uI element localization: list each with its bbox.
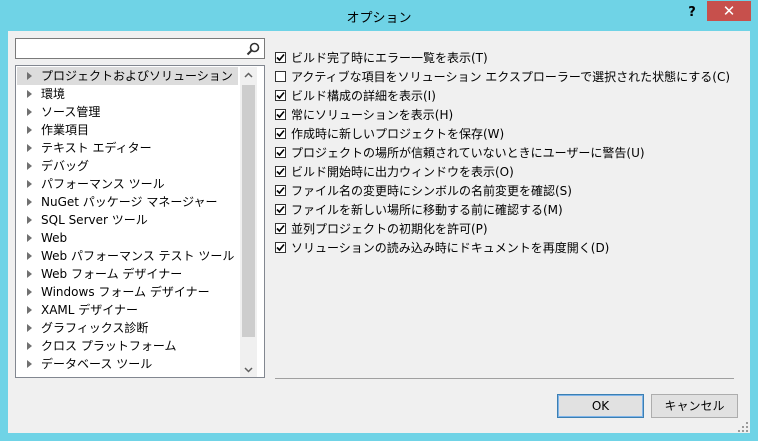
expand-arrow-icon[interactable] xyxy=(27,216,32,224)
option-label: プロジェクトの場所が信頼されていないときにユーザーに警告(U) xyxy=(291,146,645,160)
tree-item-label: XAML デザイナー xyxy=(41,303,139,317)
tree-item-label: Web パフォーマンス テスト ツール xyxy=(41,249,235,263)
options-dialog: オプション ? ✕ プロジェクトおよびソリューション 環境ソース管理作業項目テキス… xyxy=(0,0,758,441)
checkbox[interactable] xyxy=(275,109,286,120)
expand-arrow-icon[interactable] xyxy=(27,324,32,332)
expand-arrow-icon[interactable] xyxy=(27,288,32,296)
expand-arrow-icon[interactable] xyxy=(27,72,32,80)
scrollbar-thumb[interactable] xyxy=(242,85,255,337)
tree-item-label: データベース ツール xyxy=(41,357,153,371)
expand-arrow-icon[interactable] xyxy=(27,360,32,368)
options-tree[interactable]: プロジェクトおよびソリューション 環境ソース管理作業項目テキスト エディター デバッ… xyxy=(15,65,265,378)
tree-scrollbar[interactable] xyxy=(240,67,257,377)
dialog-body: プロジェクトおよびソリューション 環境ソース管理作業項目テキスト エディター デバッ… xyxy=(8,31,750,433)
tree-item-label: Windows フォーム デザイナー xyxy=(41,285,210,299)
search-icon[interactable] xyxy=(245,41,261,57)
ok-button[interactable]: OK xyxy=(557,394,644,418)
tree-item-label: Web xyxy=(41,231,68,245)
checkbox[interactable] xyxy=(275,204,286,215)
expand-arrow-icon[interactable] xyxy=(27,252,32,260)
tree-item[interactable]: データベース ツール xyxy=(17,355,238,373)
title-bar[interactable]: オプション ? ✕ xyxy=(0,0,758,32)
tree-item-label: SQL Server ツール xyxy=(41,213,148,227)
tree-item[interactable]: Web フォーム デザイナー xyxy=(17,265,238,283)
tree-item-label: グラフィックス診断 xyxy=(41,321,149,335)
checkbox[interactable] xyxy=(275,185,286,196)
divider xyxy=(275,378,734,379)
tree-item[interactable]: Web xyxy=(17,229,238,247)
expand-arrow-icon[interactable] xyxy=(27,306,32,314)
tree-item-label: クロス プラットフォーム xyxy=(41,339,177,353)
tree-item[interactable]: 環境 xyxy=(17,85,238,103)
checkbox[interactable] xyxy=(275,52,286,63)
tree-item-label: プロジェクトおよびソリューション xyxy=(41,69,233,83)
expand-arrow-icon[interactable] xyxy=(27,90,32,98)
tree-item-label: パフォーマンス ツール xyxy=(41,177,165,191)
tree-item-label: NuGet パッケージ マネージャー xyxy=(41,195,218,209)
cancel-button[interactable]: キャンセル xyxy=(651,394,738,418)
dialog-title: オプション xyxy=(346,11,412,26)
scroll-up-icon[interactable] xyxy=(240,67,257,84)
tree-item-label: Web フォーム デザイナー xyxy=(41,267,183,281)
tree-item[interactable]: クロス プラットフォーム xyxy=(17,337,238,355)
tree-item[interactable]: XAML デザイナー xyxy=(17,301,238,319)
tree-item-label: デバッグ xyxy=(41,159,90,173)
expand-arrow-icon[interactable] xyxy=(27,270,32,278)
tree-item[interactable]: ソース管理 xyxy=(17,103,238,121)
tree-item[interactable]: プロジェクトおよびソリューション xyxy=(17,67,238,85)
tree-item-label: ソース管理 xyxy=(41,105,101,119)
option-label: ビルド構成の詳細を表示(I) xyxy=(291,89,436,103)
checkbox[interactable] xyxy=(275,166,286,177)
expand-arrow-icon[interactable] xyxy=(27,108,32,116)
resize-grip-icon[interactable] xyxy=(738,421,748,432)
tree-item[interactable]: グラフィックス診断 xyxy=(17,319,238,337)
tree-item-label: テキスト エディター xyxy=(41,141,152,155)
tree-item[interactable]: テキスト エディター xyxy=(17,139,238,157)
tree-item[interactable]: パフォーマンス ツール xyxy=(17,175,238,193)
checkbox[interactable] xyxy=(275,71,286,82)
expand-arrow-icon[interactable] xyxy=(27,144,32,152)
option-label: ファイル名の変更時にシンボルの名前変更を確認(S) xyxy=(291,184,572,198)
tree-item-label: 作業項目 xyxy=(41,123,90,137)
scroll-down-icon[interactable] xyxy=(240,361,257,377)
option-label: 作成時に新しいプロジェクトを保存(W) xyxy=(291,127,505,141)
tree-item[interactable]: Windows フォーム デザイナー xyxy=(17,283,238,301)
checkbox[interactable] xyxy=(275,147,286,158)
help-button[interactable]: ? xyxy=(680,2,704,24)
expand-arrow-icon[interactable] xyxy=(27,180,32,188)
tree-item[interactable]: Web パフォーマンス テスト ツール xyxy=(17,247,238,265)
checkbox[interactable] xyxy=(275,242,286,253)
close-button[interactable]: ✕ xyxy=(707,1,751,21)
option-label: ファイルを新しい場所に移動する前に確認する(M) xyxy=(291,203,563,217)
search-input[interactable] xyxy=(15,38,265,59)
tree-item-label: 環境 xyxy=(41,87,66,101)
checkbox[interactable] xyxy=(275,223,286,234)
tree-item[interactable]: 作業項目 xyxy=(17,121,238,139)
expand-arrow-icon[interactable] xyxy=(27,342,32,350)
expand-arrow-icon[interactable] xyxy=(27,198,32,206)
option-label: 常にソリューションを表示(H) xyxy=(291,108,454,122)
tree-item[interactable]: NuGet パッケージ マネージャー xyxy=(17,193,238,211)
option-label: ビルド完了時にエラー一覧を表示(T) xyxy=(291,51,488,65)
expand-arrow-icon[interactable] xyxy=(27,126,32,134)
expand-arrow-icon[interactable] xyxy=(27,162,32,170)
option-label: ソリューションの読み込み時にドキュメントを再度開く(D) xyxy=(291,241,610,255)
option-label: 並列プロジェクトの初期化を許可(P) xyxy=(291,222,488,236)
tree-item[interactable]: デバッグ xyxy=(17,157,238,175)
option-label: ビルド開始時に出力ウィンドウを表示(O) xyxy=(291,165,514,179)
expand-arrow-icon[interactable] xyxy=(27,234,32,242)
checkbox[interactable] xyxy=(275,128,286,139)
tree-item[interactable]: SQL Server ツール xyxy=(17,211,238,229)
checkbox[interactable] xyxy=(275,90,286,101)
option-label: アクティブな項目をソリューション エクスプローラーで選択された状態にする(C) xyxy=(291,70,731,84)
